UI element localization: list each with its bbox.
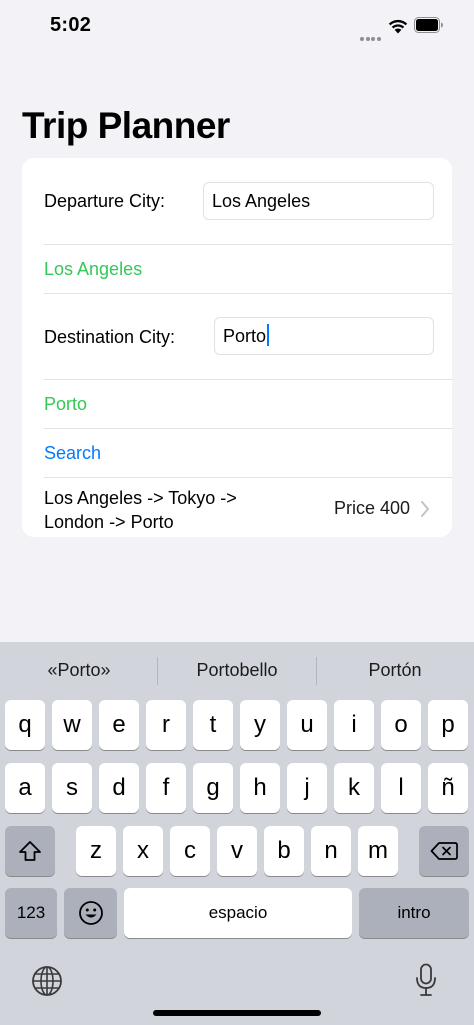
trip-form-card: Departure City: Los Angeles Los Angeles …: [22, 158, 452, 537]
key-s[interactable]: s: [52, 763, 92, 813]
emoji-key[interactable]: [64, 888, 117, 938]
route-text: Los Angeles -> Tokyo -> London -> Porto: [44, 486, 294, 534]
price-label: Price 400: [333, 498, 410, 518]
delete-key[interactable]: [419, 826, 469, 876]
key-j[interactable]: j: [287, 763, 327, 813]
emoji-icon: [78, 901, 103, 925]
route-line-2: London -> Porto: [44, 512, 174, 532]
key-w[interactable]: w: [52, 700, 92, 750]
key-p[interactable]: p: [428, 700, 468, 750]
wifi-icon: [388, 19, 408, 34]
page-title: Trip Planner: [22, 105, 230, 146]
key-c[interactable]: c: [170, 826, 210, 876]
destination-city-input[interactable]: Porto: [214, 317, 434, 355]
departure-echo-row: Los Angeles: [44, 245, 452, 294]
key-i[interactable]: i: [334, 700, 374, 750]
return-key[interactable]: intro: [359, 888, 469, 938]
destination-input-value: Porto: [223, 326, 267, 346]
key-a[interactable]: a: [5, 763, 45, 813]
result-row[interactable]: Los Angeles -> Tokyo -> London -> Porto …: [44, 478, 452, 537]
key-h[interactable]: h: [240, 763, 280, 813]
space-key[interactable]: espacio: [124, 888, 352, 938]
key-d[interactable]: d: [99, 763, 139, 813]
departure-echo-text: Los Angeles: [44, 259, 143, 279]
microphone-icon[interactable]: [414, 963, 438, 997]
home-indicator: [153, 1010, 321, 1016]
key-m[interactable]: m: [358, 826, 398, 876]
status-time: 5:02: [50, 14, 92, 36]
signal-dots-icon: [360, 28, 382, 41]
text-caret: [267, 324, 270, 346]
key-b[interactable]: b: [264, 826, 304, 876]
key-q[interactable]: q: [5, 700, 45, 750]
key-n[interactable]: n: [311, 826, 351, 876]
departure-row: Departure City: Los Angeles: [44, 158, 452, 245]
key-z[interactable]: z: [76, 826, 116, 876]
key-t[interactable]: t: [193, 700, 233, 750]
key-v[interactable]: v: [217, 826, 257, 876]
shift-key[interactable]: [5, 826, 55, 876]
key-e[interactable]: e: [99, 700, 139, 750]
departure-city-input[interactable]: Los Angeles: [203, 182, 434, 220]
key-f[interactable]: f: [146, 763, 186, 813]
status-bar: 5:02: [0, 0, 474, 54]
search-row[interactable]: Search: [44, 429, 452, 478]
numbers-key[interactable]: 123: [5, 888, 57, 938]
suggestion-1[interactable]: «Porto»: [0, 642, 158, 698]
key-l[interactable]: l: [381, 763, 421, 813]
key-n-tilde[interactable]: ñ: [428, 763, 468, 813]
suggestion-3[interactable]: Portón: [316, 642, 474, 698]
departure-label: Departure City:: [44, 191, 166, 211]
shift-icon: [19, 841, 41, 861]
destination-label: Destination City:: [44, 327, 176, 347]
keyboard: «Porto» Portobello Portón q w e r t y u …: [0, 642, 474, 1025]
search-button[interactable]: Search: [44, 443, 101, 464]
destination-row: Destination City: Porto: [44, 294, 452, 380]
delete-backspace-icon: [430, 842, 458, 860]
globe-icon[interactable]: [31, 965, 63, 997]
destination-echo-text: Porto: [44, 394, 88, 414]
key-y[interactable]: y: [240, 700, 280, 750]
key-r[interactable]: r: [146, 700, 186, 750]
destination-echo-row: Porto: [44, 380, 452, 429]
key-u[interactable]: u: [287, 700, 327, 750]
chevron-right-icon: [421, 501, 429, 517]
battery-icon: [414, 17, 443, 33]
key-o[interactable]: o: [381, 700, 421, 750]
key-g[interactable]: g: [193, 763, 233, 813]
route-line-1: Los Angeles -> Tokyo ->: [44, 488, 237, 508]
key-k[interactable]: k: [334, 763, 374, 813]
suggestion-2[interactable]: Portobello: [158, 642, 316, 698]
suggestion-bar: «Porto» Portobello Portón: [0, 642, 474, 698]
key-x[interactable]: x: [123, 826, 163, 876]
